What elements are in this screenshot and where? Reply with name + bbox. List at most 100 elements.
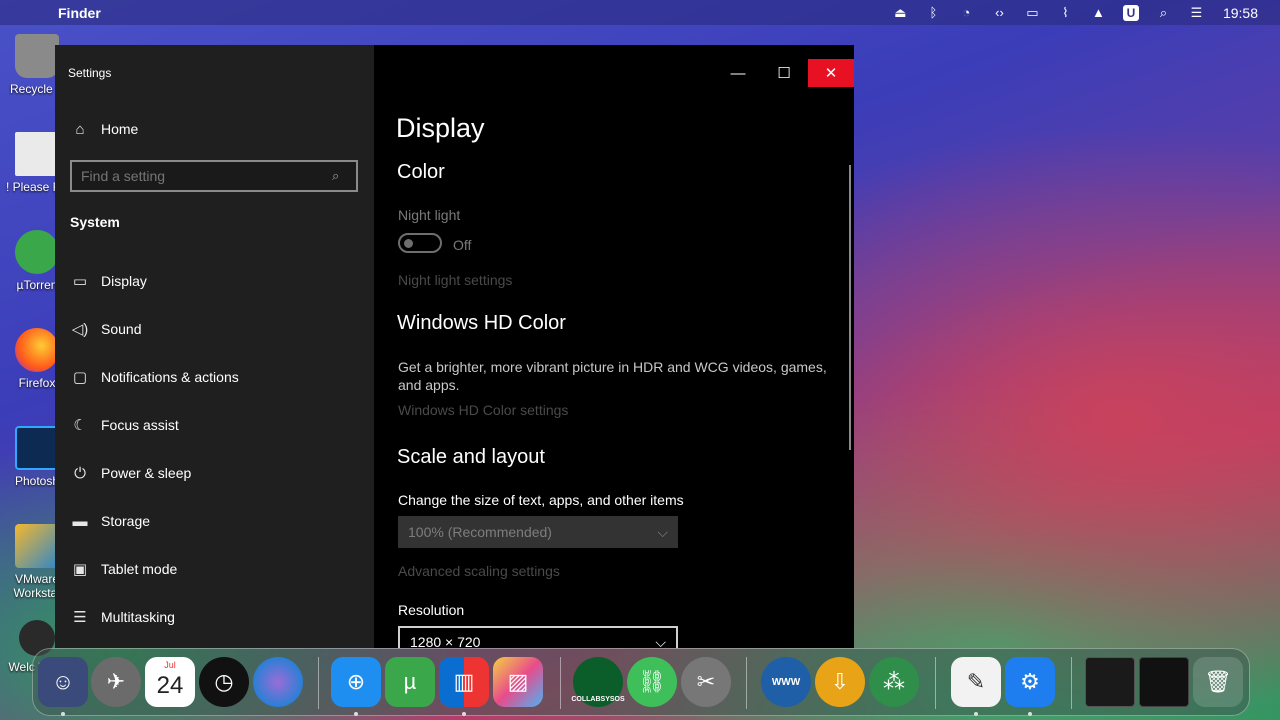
sidebar-item-display[interactable]: ▭ Display [55, 261, 374, 301]
search-icon[interactable]: ⌕ [332, 168, 356, 184]
sidebar-item-label: Storage [101, 513, 151, 529]
firefox-icon [15, 328, 59, 372]
textedit-icon[interactable]: ✎ [951, 657, 1001, 707]
sidebar-item-home[interactable]: ⌂ Home [55, 109, 374, 149]
advanced-scaling-link[interactable]: Advanced scaling settings [398, 563, 560, 579]
speaker-icon: ◁) [71, 321, 89, 338]
sidebar-item-focus-assist[interactable]: ☾ Focus assist [55, 405, 374, 445]
safari-icon[interactable]: ⊕ [331, 657, 381, 707]
scale-section-heading: Scale and layout [397, 446, 545, 468]
collabsysos-label: COLLABSYSOS [571, 695, 625, 703]
multitasking-icon: ☰ [73, 609, 87, 626]
scale-dropdown[interactable]: 100% (Recommended) ⌵ [398, 516, 678, 548]
preview-icon[interactable]: ▨ [493, 657, 543, 707]
window-title: Settings [68, 66, 112, 80]
color-section-heading: Color [397, 161, 445, 183]
sidebar-item-label: Multitasking [101, 609, 175, 625]
sidebar-item-tablet-mode[interactable]: ▣ Tablet mode [55, 549, 374, 589]
moon-icon: ☾ [73, 417, 87, 434]
sidebar-item-label: Display [101, 273, 147, 289]
parallels-icon[interactable]: ▥ [439, 657, 489, 707]
size-label: Change the size of text, apps, and other… [398, 492, 684, 508]
settings-sidebar: Settings ⌂ Home ⌕ System ▭ Display ◁) So… [55, 45, 374, 648]
minimize-button[interactable]: — [715, 59, 761, 87]
settings-gear-icon[interactable]: ⚙ [1005, 657, 1055, 707]
vmware-icon [15, 524, 59, 568]
menu-bar-status-area: ⏏ ᛒ ◔ ‹› ▭ ⌇ ▲ U ⌕ ☰ 19:58 [884, 0, 1280, 25]
collabsysos-icon[interactable]: COLLABSYSOS [571, 657, 625, 707]
www-icon[interactable]: WWW [761, 657, 811, 707]
dock-separator [318, 657, 319, 709]
clock-icon[interactable]: ◷ [199, 657, 249, 707]
maximize-button[interactable]: ☐ [761, 59, 807, 87]
document-icon [15, 132, 59, 176]
dock-separator [560, 657, 561, 709]
resolution-dropdown-value: 1280 × 720 [410, 634, 481, 648]
settings-search-box[interactable]: ⌕ [70, 160, 358, 192]
group-icon[interactable]: ⁂ [869, 657, 919, 707]
download-icon[interactable]: ⇩ [815, 657, 865, 707]
finder-icon[interactable]: ☺ [38, 657, 88, 707]
settings-content-pane: — ☐ ✕ Display Color Night light Off Nigh… [374, 45, 854, 648]
control-center-icon[interactable]: ☰ [1180, 5, 1213, 21]
launchpad-icon[interactable]: ✈ [91, 657, 141, 707]
dock-separator [1071, 657, 1072, 709]
sidebar-item-sound[interactable]: ◁) Sound [55, 309, 374, 349]
hdr-settings-link[interactable]: Windows HD Color settings [398, 402, 568, 418]
menu-bar: Finder ⏏ ᛒ ◔ ‹› ▭ ⌇ ▲ U ⌕ ☰ 19:58 [0, 0, 1280, 25]
code-icon[interactable]: ‹› [983, 5, 1016, 20]
sidebar-item-multitasking[interactable]: ☰ Multitasking [55, 597, 374, 637]
night-light-state: Off [453, 237, 472, 253]
eject-alt-icon[interactable]: ▲ [1082, 5, 1115, 20]
scrollbar[interactable] [849, 165, 851, 450]
scale-dropdown-value: 100% (Recommended) [408, 524, 552, 540]
eject-icon[interactable]: ⏏ [884, 5, 917, 21]
calendar-month: Jul [164, 660, 176, 670]
home-icon: ⌂ [75, 120, 85, 138]
search-icon[interactable]: ⌕ [1147, 5, 1180, 21]
power-icon: ⏻ [74, 464, 86, 482]
chevron-down-icon: ⌵ [657, 523, 668, 540]
photoshop-icon [15, 426, 59, 470]
settings-window: Settings ⌂ Home ⌕ System ▭ Display ◁) So… [55, 45, 854, 648]
utorrent-icon[interactable]: µ [385, 657, 435, 707]
trash-icon[interactable]: 🗑 [1193, 657, 1243, 707]
minimized-window-icon[interactable] [1085, 657, 1135, 707]
page-title: Display [396, 113, 485, 143]
menu-bar-clock[interactable]: 19:58 [1223, 5, 1258, 21]
close-button[interactable]: ✕ [808, 59, 854, 87]
link-icon[interactable]: ⛓ [627, 657, 677, 707]
bluetooth-icon[interactable]: ᛒ [917, 5, 950, 20]
u-icon[interactable]: U [1122, 4, 1139, 21]
sidebar-item-label: Focus assist [101, 417, 179, 433]
active-app-name[interactable]: Finder [58, 5, 101, 21]
running-indicator [462, 712, 466, 716]
calendar-icon[interactable]: Jul 24 [145, 657, 195, 707]
night-light-toggle[interactable] [398, 233, 442, 253]
sidebar-item-power-sleep[interactable]: ⏻ Power & sleep [55, 453, 374, 493]
sidebar-item-storage[interactable]: ▬ Storage [55, 501, 374, 541]
hdr-description: Get a brighter, more vibrant picture in … [398, 359, 827, 393]
tools-icon[interactable]: ✂ [681, 657, 731, 707]
night-light-settings-link[interactable]: Night light settings [398, 272, 512, 288]
resolution-label: Resolution [398, 602, 465, 618]
hdr-section-heading: Windows HD Color [397, 312, 566, 334]
minimized-window-icon[interactable] [1139, 657, 1189, 707]
dock-separator [935, 657, 936, 709]
storage-icon: ▬ [72, 512, 88, 530]
notification-icon: ▢ [72, 369, 88, 386]
calendar-day: 24 [156, 672, 184, 699]
night-light-label: Night light [398, 207, 461, 223]
sidebar-item-label: Sound [101, 321, 142, 337]
wifi-off-icon[interactable]: ⌇ [1049, 5, 1082, 21]
display-icon[interactable]: ▭ [1016, 5, 1049, 21]
search-input[interactable] [72, 168, 332, 184]
running-indicator [1028, 712, 1032, 716]
running-indicator [974, 712, 978, 716]
resolution-dropdown[interactable]: 1280 × 720 ⌵ [398, 626, 678, 648]
chevron-down-icon: ⌵ [655, 633, 666, 649]
sidebar-item-notifications[interactable]: ▢ Notifications & actions [55, 357, 374, 397]
dock: ☺ ✈ Jul 24 ◷ ⊕ µ ▥ ▨ COLLABSYSOS ⛓ ✂ WWW… [32, 648, 1250, 716]
timer-icon[interactable]: ◔ [950, 5, 983, 20]
siri-icon[interactable] [253, 657, 303, 707]
